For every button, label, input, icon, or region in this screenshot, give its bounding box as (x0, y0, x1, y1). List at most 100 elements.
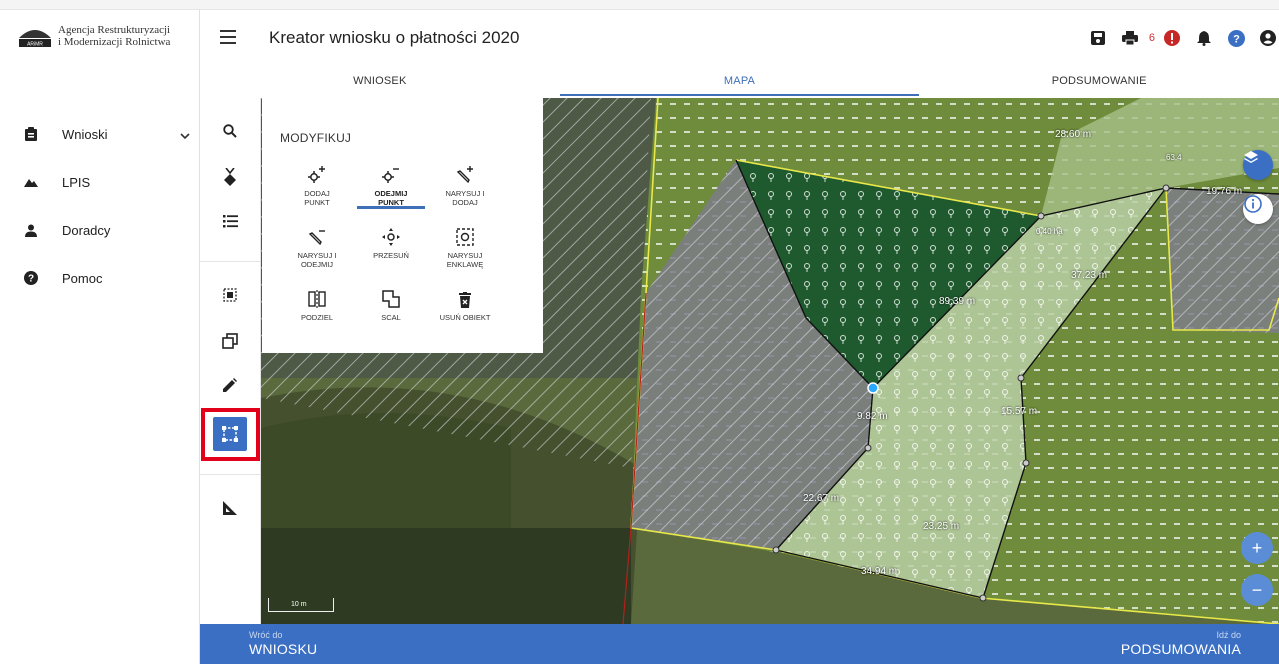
sidebar-item-label: Pomoc (62, 270, 103, 286)
button-label: USUŃ OBIEKT (439, 313, 491, 322)
split-icon (308, 290, 326, 308)
map-scale-bar: 10 m (268, 598, 334, 612)
info-button[interactable] (1243, 194, 1273, 224)
map-measure-label: 28.60 m (1055, 129, 1092, 140)
button-label: SCAL (381, 313, 401, 322)
next-big-label: PODSUMOWANIA (1120, 641, 1241, 657)
map-measure-label: 89.39 m (939, 296, 976, 307)
sidebar: ARiMR Agencja Restrukturyzacji i Moderni… (0, 10, 200, 664)
clipboard-icon (24, 127, 38, 141)
print-icon[interactable] (1119, 27, 1141, 49)
sidebar-item-label: LPIS (62, 174, 91, 190)
tab-wniosek[interactable]: WNIOSEK (200, 68, 560, 98)
copy-geometry-tool[interactable] (213, 324, 247, 358)
main-tabs: WNIOSEK MAPA PODSUMOWANIE (200, 68, 1279, 98)
draw-add-icon (456, 166, 473, 184)
window-top-bar (0, 0, 1279, 10)
button-label: PRZESUŃ (373, 251, 409, 260)
button-label: NARYSUJ ENKLAWĘ (446, 251, 484, 269)
map-measure-label: 37.23 m (1071, 270, 1108, 281)
menu-icon[interactable] (220, 30, 236, 44)
tab-mapa[interactable]: MAPA (559, 68, 920, 98)
logo-small-text: ARiMR (27, 42, 43, 48)
sidebar-item-label: Doradcy (62, 222, 111, 238)
draw-and-add-button[interactable]: NARYSUJ I DODAJ (424, 160, 506, 216)
button-label: NARYSUJ I ODEJMIJ (297, 251, 337, 269)
delete-object-button[interactable]: USUŃ OBIEKT (424, 284, 506, 340)
list-icon (222, 214, 238, 227)
mountains-icon (24, 175, 38, 189)
button-label: ODEJMIJ PUNKT (374, 189, 408, 207)
map-measure-label: 15.57 m (1001, 406, 1038, 417)
button-label: DODAJ PUNKT (304, 189, 330, 207)
map-measure-label: 34.94 m (861, 566, 898, 577)
help-circle-icon: ? (24, 271, 38, 285)
page-title: Kreator wniosku o płatności 2020 (269, 28, 520, 47)
merge-icon (382, 290, 400, 308)
go-to-summary-button[interactable]: Idź do PODSUMOWANIA (1121, 630, 1241, 657)
map-measure-label: 19.76 m (1206, 186, 1243, 197)
sidebar-item-lpis[interactable]: LPIS (0, 158, 200, 206)
add-point-button[interactable]: DODAJ PUNKT (276, 160, 358, 216)
map-measure-label: 22.67 m (803, 493, 840, 504)
edit-tool[interactable] (213, 368, 247, 402)
trash-icon (459, 292, 471, 308)
next-small-label: Idź do (1216, 630, 1241, 640)
remove-point-icon (382, 168, 399, 183)
list-tool[interactable] (213, 204, 247, 238)
toolbar-divider (200, 261, 261, 262)
zoom-out-button[interactable]: − (1241, 574, 1273, 606)
move-button[interactable]: PRZESUŃ (350, 222, 432, 278)
footer-nav: Wróć do WNIOSKU Idź do PODSUMOWANIA (200, 624, 1279, 664)
back-big-label: WNIOSKU (249, 641, 318, 657)
sidebar-item-wnioski[interactable]: Wnioski (0, 110, 200, 158)
measure-tool[interactable] (213, 491, 247, 525)
save-icon[interactable] (1087, 27, 1109, 49)
back-to-application-button[interactable]: Wróć do WNIOSKU (249, 630, 317, 657)
modify-geometry-icon (222, 426, 238, 442)
search-icon (223, 124, 237, 138)
panel-title: MODYFIKUJ (280, 131, 352, 145)
modify-geometry-tool[interactable] (213, 417, 247, 451)
map-measure-label: 9.82 m (857, 411, 888, 422)
select-area-icon (223, 288, 237, 302)
alert-icon[interactable] (1161, 27, 1183, 49)
sidebar-item-label: Wnioski (62, 126, 108, 142)
sidebar-item-pomoc[interactable]: ? Pomoc (0, 254, 200, 302)
bell-icon[interactable] (1193, 27, 1215, 49)
merge-button[interactable]: SCAL (350, 284, 432, 340)
brand-line-1: Agencja Restrukturyzacji (58, 24, 171, 36)
person-icon (24, 223, 38, 237)
app-root: ARiMR Agencja Restrukturyzacji i Moderni… (0, 0, 1279, 664)
button-label: NARYSUJ I DODAJ (445, 189, 485, 207)
arimr-logo-icon: ARiMR (18, 24, 52, 48)
header-actions: 6 ? (1077, 26, 1279, 50)
layers-button[interactable] (1243, 150, 1273, 180)
pencil-icon (223, 378, 237, 392)
remove-point-button[interactable]: ODEJMIJ PUNKT (350, 160, 432, 216)
map-toolbar (200, 98, 261, 624)
zoom-in-button[interactable]: + (1241, 532, 1273, 564)
app-header: Kreator wniosku o płatności 2020 6 ? (200, 10, 1279, 68)
notification-count: 6 (1148, 32, 1155, 44)
map-scale-label: 10 m (291, 601, 307, 608)
layers-icon (1244, 151, 1258, 163)
map-area-label: 0.40 ha (1036, 227, 1063, 236)
chevron-down-icon[interactable] (180, 127, 190, 145)
account-icon[interactable] (1257, 27, 1279, 49)
search-tool[interactable] (213, 114, 247, 148)
select-area-tool[interactable] (213, 278, 247, 312)
sidebar-nav: Wnioski LPIS Doradcy ? Pomoc (0, 110, 200, 302)
brand-line-2: i Modernizacji Rolnictwa (58, 36, 171, 48)
help-icon[interactable]: ? (1225, 27, 1247, 49)
map-measure-label: 23.25 m (923, 521, 960, 532)
sidebar-item-doradcy[interactable]: Doradcy (0, 206, 200, 254)
info-icon (1244, 195, 1262, 213)
draw-and-subtract-button[interactable]: NARYSUJ I ODEJMIJ (276, 222, 358, 278)
button-label: PODZIEL (300, 313, 334, 322)
locate-tool[interactable] (213, 160, 247, 194)
brand-logo[interactable]: ARiMR Agencja Restrukturyzacji i Moderni… (18, 24, 170, 48)
draw-enclave-button[interactable]: NARYSUJ ENKLAWĘ (424, 222, 506, 278)
tab-podsumowanie[interactable]: PODSUMOWANIE (919, 68, 1279, 98)
split-button[interactable]: PODZIEL (276, 284, 358, 340)
